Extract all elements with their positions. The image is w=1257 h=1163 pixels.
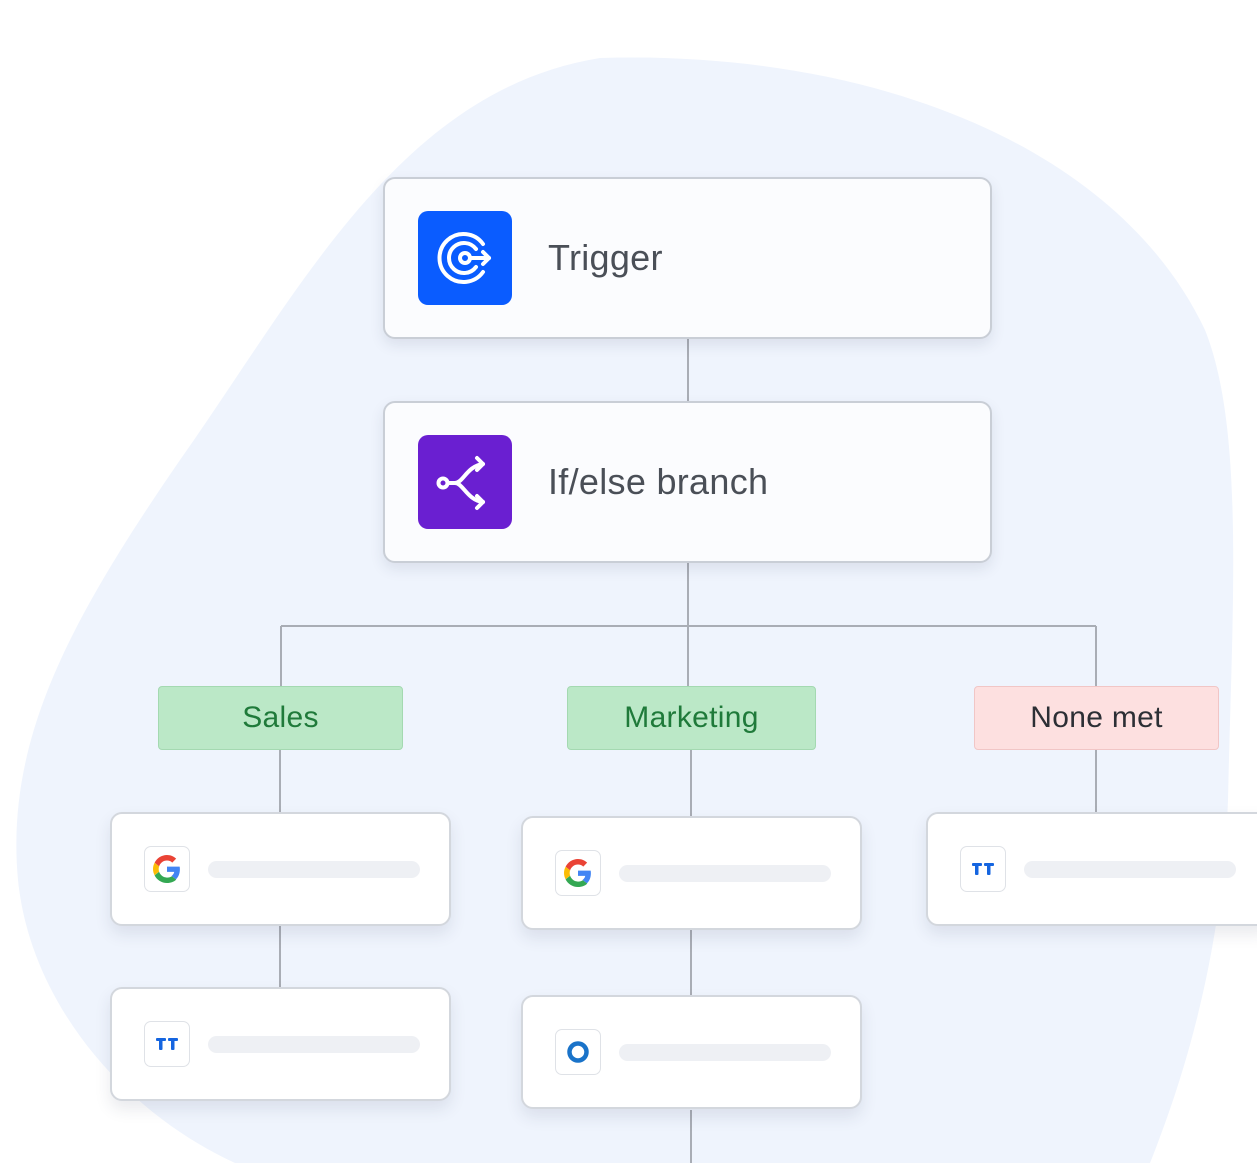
placeholder-bar (619, 864, 831, 882)
placeholder-bar (1024, 860, 1236, 878)
placeholder-bar (619, 1043, 831, 1061)
marketing-step-outreach[interactable] (521, 995, 862, 1109)
branch-tag-sales[interactable]: Sales (158, 686, 403, 750)
branch-split-icon (418, 435, 512, 529)
sales-step-google[interactable] (110, 812, 451, 926)
marketing-step-google[interactable] (521, 816, 862, 930)
workflow-canvas: Trigger If/else branch Sales Marketing N… (0, 0, 1257, 1163)
trigger-target-arrow-icon (418, 211, 512, 305)
sales-step-talkdesk[interactable] (110, 987, 451, 1101)
if-else-branch-node[interactable]: If/else branch (383, 401, 992, 563)
google-icon (144, 846, 190, 892)
google-icon (555, 850, 601, 896)
none-met-step-talkdesk[interactable] (926, 812, 1257, 926)
trigger-node[interactable]: Trigger (383, 177, 992, 339)
branch-tag-none-met[interactable]: None met (974, 686, 1219, 750)
placeholder-bar (208, 1035, 420, 1053)
outreach-ring-icon (555, 1029, 601, 1075)
talkdesk-icon (960, 846, 1006, 892)
trigger-label: Trigger (548, 237, 663, 278)
talkdesk-icon (144, 1021, 190, 1067)
placeholder-bar (208, 860, 420, 878)
branch-tag-marketing[interactable]: Marketing (567, 686, 816, 750)
if-else-branch-label: If/else branch (548, 461, 769, 502)
